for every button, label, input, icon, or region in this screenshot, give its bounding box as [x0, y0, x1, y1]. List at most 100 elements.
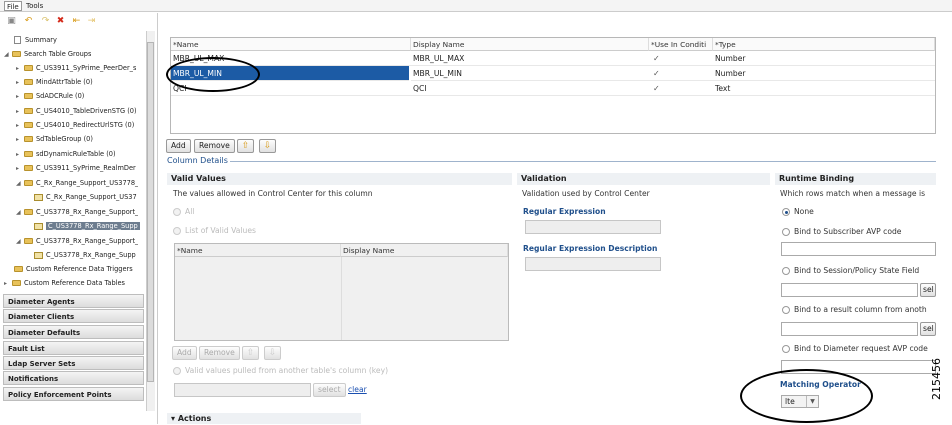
tree-item-selected[interactable]: C_US3778_Rx_Range_Supp [34, 220, 140, 233]
radio-button[interactable] [173, 227, 181, 235]
expand-icon[interactable]: ▸ [16, 76, 24, 89]
radio-bind-result-column[interactable]: Bind to a result column from anoth [782, 305, 927, 314]
radio-all[interactable]: All [173, 207, 194, 216]
accordion-diameter-agents[interactable]: Diameter Agents [3, 294, 144, 308]
col-header-use-in-condition[interactable]: *Use In Conditi [649, 38, 713, 51]
pulled-column-field[interactable] [174, 383, 311, 397]
regex-description-field[interactable] [525, 257, 661, 271]
expand-icon[interactable]: ▸ [16, 119, 24, 132]
col-header-display-name[interactable]: Display Name [411, 38, 649, 51]
radio-none[interactable]: None [782, 207, 814, 216]
vv-remove-button[interactable]: Remove [199, 346, 240, 360]
radio-bind-session-field[interactable]: Bind to Session/Policy State Field [782, 266, 919, 275]
regex-field[interactable] [525, 220, 661, 234]
use-in-condition-checkbox[interactable]: ✓ [649, 66, 713, 81]
radio-button[interactable] [173, 367, 181, 375]
accordion-diameter-clients[interactable]: Diameter Clients [3, 309, 144, 323]
tree-item-search-table-groups[interactable]: ◢ Search Table Groups [4, 48, 91, 61]
tree-item[interactable]: C_US3778_Rx_Range_Supp [34, 249, 136, 262]
collapse-icon[interactable]: ◢ [16, 206, 24, 219]
folder-icon [24, 65, 33, 71]
tree-item[interactable]: ▸ MindAttrTable (0) [16, 76, 93, 89]
delete-icon[interactable]: ✖ [55, 16, 66, 27]
clear-link[interactable]: clear [348, 385, 367, 394]
radio-list-of-valid-values[interactable]: List of Valid Values [173, 226, 256, 235]
radio-button[interactable] [782, 306, 790, 314]
vv-header-name[interactable]: *Name [175, 244, 341, 257]
tree-item[interactable]: ▸ C_US4010_TableDrivenSTG (0) [16, 105, 137, 118]
tree-item-custom-tables[interactable]: ▸ Custom Reference Data Tables [4, 277, 125, 290]
move-up-button[interactable]: ⇧ [237, 139, 254, 153]
tree-item-custom-triggers[interactable]: Custom Reference Data Triggers [14, 263, 133, 276]
result-column-input[interactable] [781, 322, 918, 336]
tree-item[interactable]: ▸ sdDynamicRuleTable (0) [16, 148, 116, 161]
radio-button[interactable] [173, 208, 181, 216]
accordion-diameter-defaults[interactable]: Diameter Defaults [3, 325, 144, 339]
table-row[interactable]: QCI QCI ✓ Text [171, 81, 935, 96]
radio-button[interactable] [782, 267, 790, 275]
table-row-selected[interactable]: MBR_UL_MIN MBR_UL_MIN ✓ Number [171, 66, 935, 81]
tree-item[interactable]: ▸ SdADCRule (0) [16, 90, 84, 103]
move-right-icon[interactable]: ⇥ [86, 16, 97, 27]
tree-item[interactable]: ▸ C_US4010_RedirectUrlSTG (0) [16, 119, 134, 132]
valid-values-description: The values allowed in Control Center for… [173, 189, 373, 198]
table-icon [34, 222, 43, 230]
radio-bind-subscriber-avp[interactable]: Bind to Subscriber AVP code [782, 227, 901, 236]
expand-icon[interactable]: ▸ [16, 162, 24, 175]
tree-scrollbar-thumb[interactable] [147, 42, 154, 382]
move-left-icon[interactable]: ⇤ [71, 16, 82, 27]
use-in-condition-checkbox[interactable]: ✓ [649, 51, 713, 66]
tree-item[interactable]: C_Rx_Range_Support_US37 [34, 191, 137, 204]
add-column-button[interactable]: Add [166, 139, 191, 153]
expand-icon[interactable]: ▸ [16, 105, 24, 118]
expand-icon[interactable]: ▸ [16, 148, 24, 161]
radio-bind-diameter-avp[interactable]: Bind to Diameter request AVP code [782, 344, 928, 353]
vv-header-display-name[interactable]: Display Name [341, 244, 508, 257]
vv-add-button[interactable]: Add [172, 346, 197, 360]
session-field-input[interactable] [781, 283, 918, 297]
menu-file[interactable]: File [4, 1, 22, 11]
col-header-name[interactable]: *Name [171, 38, 411, 51]
radio-button[interactable] [782, 208, 790, 216]
collapse-icon[interactable]: ◢ [16, 235, 24, 248]
session-select-button[interactable]: sel [920, 283, 936, 297]
col-header-type[interactable]: *Type [713, 38, 935, 51]
cell-display-name: MBR_UL_MAX [411, 51, 649, 66]
accordion-fault-list[interactable]: Fault List [3, 341, 144, 355]
collapse-icon[interactable]: ◢ [16, 177, 24, 190]
accordion-notifications[interactable]: Notifications [3, 371, 144, 385]
radio-pulled-values[interactable]: Valid values pulled from another table's… [173, 366, 388, 375]
expand-icon[interactable]: ▸ [4, 277, 12, 290]
expand-icon[interactable]: ▸ [16, 133, 24, 146]
menu-tools[interactable]: Tools [24, 1, 45, 11]
accordion-policy-enforcement-points[interactable]: Policy Enforcement Points [3, 387, 144, 401]
tree-item[interactable]: ◢ C_US3778_Rx_Range_Support_ [16, 235, 138, 248]
result-select-button[interactable]: sel [920, 322, 936, 336]
tree-item[interactable]: ▸ C_US3911_SyPrime_RealmDer [16, 162, 136, 175]
expand-icon[interactable]: ▸ [16, 62, 24, 75]
radio-button[interactable] [782, 228, 790, 236]
vv-move-down-button[interactable]: ⇩ [264, 346, 281, 360]
expand-icon[interactable]: ▸ [16, 90, 24, 103]
tree-item-summary[interactable]: Summary [14, 34, 57, 47]
table-row[interactable]: MBR_UL_MAX MBR_UL_MAX ✓ Number [171, 51, 935, 66]
move-down-button[interactable]: ⇩ [259, 139, 276, 153]
cell-display-name: QCI [411, 81, 649, 96]
undo-icon[interactable]: ↶ [23, 16, 34, 27]
tree-item[interactable]: ▸ C_US3911_SyPrime_PeerDer_s [16, 62, 136, 75]
tree-item[interactable]: ◢ C_Rx_Range_Support_US3778_ [16, 177, 138, 190]
actions-header[interactable]: ▾ Actions [167, 413, 361, 424]
radio-button[interactable] [782, 345, 790, 353]
tree-item[interactable]: ▸ SdTableGroup (0) [16, 133, 93, 146]
tree-item[interactable]: ◢ C_US3778_Rx_Range_Support_ [16, 206, 138, 219]
collapse-icon[interactable]: ◢ [4, 48, 12, 61]
save-icon[interactable]: ▣ [6, 16, 17, 27]
redo-icon[interactable]: ↷ [40, 16, 51, 27]
subscriber-avp-field[interactable] [781, 242, 936, 256]
vv-move-up-button[interactable]: ⇧ [242, 346, 259, 360]
use-in-condition-checkbox[interactable]: ✓ [649, 81, 713, 96]
select-button[interactable]: select [313, 383, 346, 397]
split-divider[interactable] [157, 13, 158, 424]
accordion-ldap-server-sets[interactable]: Ldap Server Sets [3, 356, 144, 370]
remove-column-button[interactable]: Remove [194, 139, 235, 153]
